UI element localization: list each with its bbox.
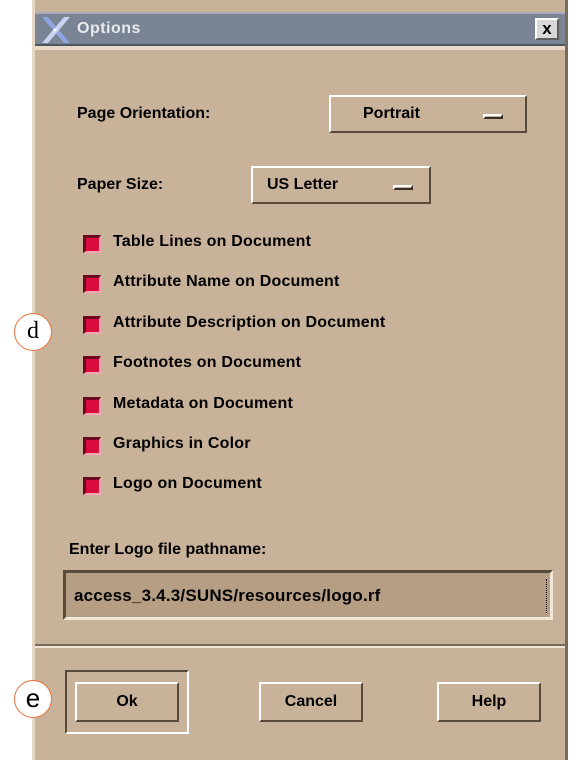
checkbox-label: Metadata on Document	[113, 395, 294, 412]
close-button[interactable]: x	[535, 18, 559, 40]
checkbox-label: Attribute Description on Document	[113, 314, 386, 331]
logo-path-label: Enter Logo file pathname:	[69, 541, 267, 558]
checkbox-label: Logo on Document	[113, 475, 262, 492]
checkbox-checked-icon[interactable]	[83, 477, 101, 495]
logo-path-input[interactable]: access_3.4.3/SUNS/resources/logo.rf	[63, 570, 553, 620]
options-dialog: Options x Page Orientation: Portrait Pap…	[32, 0, 568, 760]
callout-e: e	[14, 680, 52, 718]
option-menu-indicator-icon	[393, 185, 413, 190]
text-cursor-icon	[546, 579, 550, 613]
cancel-button[interactable]: Cancel	[259, 682, 363, 722]
help-button[interactable]: Help	[437, 682, 541, 722]
paper-size-value: US Letter	[267, 176, 339, 193]
page-orientation-label: Page Orientation:	[77, 105, 211, 122]
checkbox-checked-icon[interactable]	[83, 356, 101, 374]
checkbox-checked-icon[interactable]	[83, 397, 101, 415]
page-orientation-menu[interactable]: Portrait	[329, 95, 527, 133]
dialog-title: Options	[77, 20, 141, 37]
frame-edge	[35, 46, 565, 50]
checkbox-label: Footnotes on Document	[113, 354, 302, 371]
paper-size-label: Paper Size:	[77, 176, 164, 193]
checkbox-checked-icon[interactable]	[83, 275, 101, 293]
checkbox-label: Graphics in Color	[113, 435, 251, 452]
checkbox-checked-icon[interactable]	[83, 437, 101, 455]
checkbox-checked-icon[interactable]	[83, 316, 101, 334]
x-window-icon	[42, 17, 70, 43]
ok-button[interactable]: Ok	[75, 682, 179, 722]
logo-path-value: access_3.4.3/SUNS/resources/logo.rf	[74, 586, 381, 605]
option-menu-indicator-icon	[483, 114, 503, 119]
separator	[35, 644, 565, 648]
checkbox-checked-icon[interactable]	[83, 235, 101, 253]
checkbox-label: Attribute Name on Document	[113, 273, 340, 290]
callout-d: d	[14, 313, 52, 351]
paper-size-menu[interactable]: US Letter	[251, 166, 431, 204]
checkbox-label: Table Lines on Document	[113, 233, 312, 250]
page-orientation-value: Portrait	[363, 105, 420, 122]
title-bar[interactable]: Options x	[35, 12, 565, 46]
